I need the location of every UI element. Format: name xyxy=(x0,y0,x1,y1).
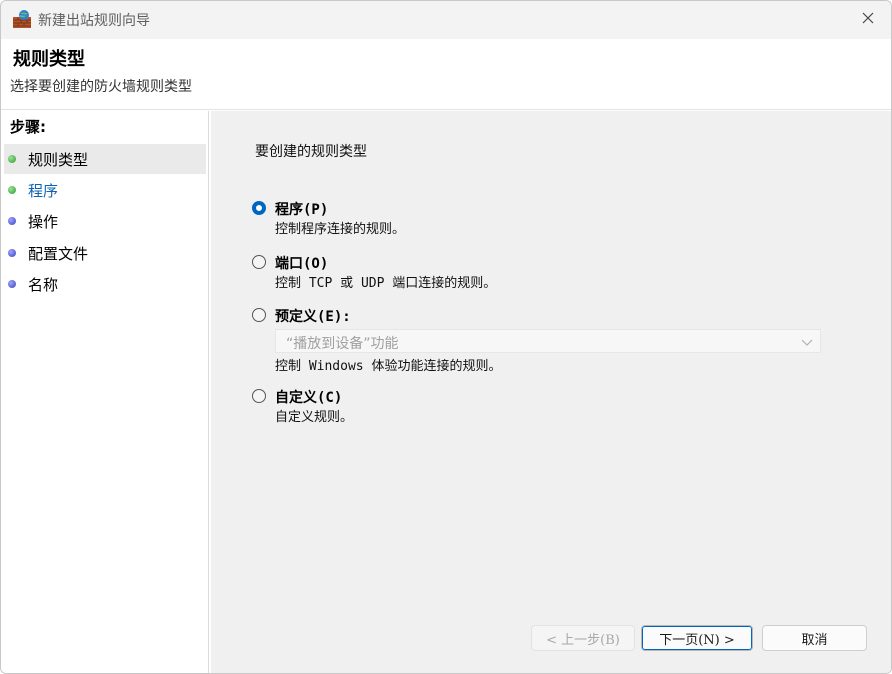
option-label: 预定义(E): xyxy=(275,309,351,325)
close-button[interactable] xyxy=(845,1,891,39)
option-description: 控制 TCP 或 UDP 端口连接的规则。 xyxy=(275,276,497,291)
step-status-icon xyxy=(8,186,16,194)
step-program[interactable]: 程序 xyxy=(4,175,206,205)
page-title: 规则类型 xyxy=(13,49,85,70)
step-rule-type[interactable]: 规则类型 xyxy=(4,144,206,174)
close-icon xyxy=(862,12,874,28)
step-label: 名称 xyxy=(28,275,59,294)
back-button[interactable]: < 上一步(B) xyxy=(531,625,635,651)
wizard-window: 新建出站规则向导 规则类型 选择要创建的防火墙规则类型 步骤: 规则类型 程序 … xyxy=(0,0,892,674)
steps-heading: 步骤: xyxy=(10,118,46,136)
step-status-icon xyxy=(8,155,16,163)
predefined-description: 控制 Windows 体验功能连接的规则。 xyxy=(275,359,502,374)
predefined-radio[interactable] xyxy=(252,308,266,322)
step-status-icon xyxy=(8,217,16,225)
option-label: 自定义(C) xyxy=(275,390,343,406)
steps-panel: 步骤: 规则类型 程序 操作 配置文件 名称 xyxy=(1,111,209,673)
option-label: 程序(P) xyxy=(275,202,329,218)
step-label: 操作 xyxy=(28,212,59,231)
predefined-select-value: “播放到设备”功能 xyxy=(286,336,399,352)
step-status-icon xyxy=(8,249,16,257)
option-description: 控制程序连接的规则。 xyxy=(275,222,406,237)
predefined-select[interactable]: “播放到设备”功能 xyxy=(275,329,821,353)
page-subtitle: 选择要创建的防火墙规则类型 xyxy=(10,79,192,95)
step-profile[interactable]: 配置文件 xyxy=(4,238,206,268)
step-action[interactable]: 操作 xyxy=(4,206,206,236)
step-label: 配置文件 xyxy=(28,244,89,263)
firewall-wizard-icon xyxy=(12,9,32,29)
chevron-down-icon xyxy=(800,335,814,353)
step-label: 程序 xyxy=(28,181,59,200)
page-header: 规则类型 选择要创建的防火墙规则类型 xyxy=(1,39,891,110)
step-status-icon xyxy=(8,280,16,288)
option-label: 端口(O) xyxy=(275,256,329,272)
main-content: 要创建的规则类型 程序(P) 控制程序连接的规则。 端口(O) 控制 TCP 或… xyxy=(211,111,891,673)
custom-radio[interactable] xyxy=(252,389,266,403)
program-radio[interactable] xyxy=(252,201,266,215)
rule-type-prompt: 要创建的规则类型 xyxy=(255,144,367,160)
port-radio[interactable] xyxy=(252,255,266,269)
step-name[interactable]: 名称 xyxy=(4,269,206,299)
window-title: 新建出站规则向导 xyxy=(38,13,150,29)
option-description: 自定义规则。 xyxy=(275,410,354,425)
cancel-button[interactable]: 取消 xyxy=(762,625,867,651)
next-button[interactable]: 下一页(N) > xyxy=(641,625,753,651)
title-bar: 新建出站规则向导 xyxy=(1,1,891,39)
step-label: 规则类型 xyxy=(28,150,89,169)
